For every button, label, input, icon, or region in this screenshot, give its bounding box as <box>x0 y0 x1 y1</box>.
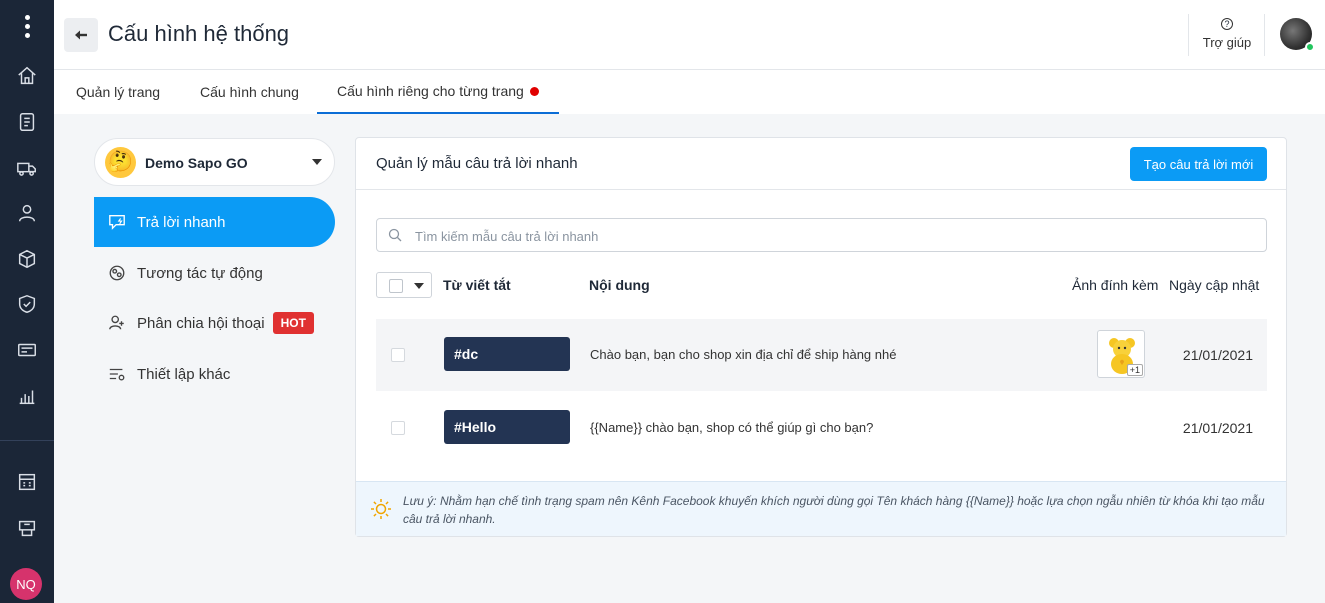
tab-general-config[interactable]: Cấu hình chung <box>200 70 299 114</box>
lightbulb-sun-icon <box>371 499 391 519</box>
select-all-checkbox[interactable] <box>389 279 403 293</box>
auto-interaction-icon <box>107 263 127 283</box>
table-row[interactable]: #dc Chào bạn, bạn cho shop xin địa chỉ đ… <box>376 319 1267 391</box>
menu-label: Thiết lập khác <box>137 365 231 383</box>
row-checkbox[interactable] <box>391 421 405 435</box>
delivery-truck-icon[interactable] <box>0 148 54 188</box>
reply-content: Chào bạn, bạn cho shop xin địa chỉ để sh… <box>590 347 897 362</box>
rail-divider <box>0 440 54 441</box>
pos-icon[interactable] <box>0 508 54 548</box>
left-nav-rail: NQ <box>0 0 54 603</box>
top-header: Cấu hình hệ thống ? Trợ giúp <box>54 0 1325 70</box>
tab-label: Cấu hình riêng cho từng trang <box>337 83 524 99</box>
quick-reply-icon <box>107 212 127 232</box>
more-menu-icon[interactable] <box>0 8 54 44</box>
caret-down-icon <box>414 283 424 289</box>
header-divider <box>1188 14 1189 56</box>
table-row[interactable]: #Hello {{Name}} chào bạn, shop có thể gi… <box>376 392 1267 464</box>
header-divider <box>1264 14 1265 56</box>
create-reply-button[interactable]: Tạo câu trả lời mới <box>1130 147 1267 181</box>
column-header-attachment: Ảnh đính kèm <box>1072 277 1159 293</box>
search-input[interactable] <box>415 225 1255 247</box>
customer-icon[interactable] <box>0 193 54 233</box>
product-box-icon[interactable] <box>0 239 54 279</box>
reply-content: {{Name}} chào bạn, shop có thể giúp gì c… <box>590 420 874 435</box>
search-icon <box>388 228 402 242</box>
shortcut-tag: #Hello <box>444 410 570 444</box>
shield-check-icon[interactable] <box>0 284 54 324</box>
updated-date: 21/01/2021 <box>1182 347 1253 363</box>
note-banner: Lưu ý: Nhằm hạn chế tình trạng spam nên … <box>356 481 1286 536</box>
home-icon[interactable] <box>0 56 54 96</box>
config-tabs: Quản lý trang Cấu hình chung Cấu hình ri… <box>54 70 1325 114</box>
menu-item-assign-conversation[interactable]: Phân chia hội thoại HOT <box>94 298 335 348</box>
search-box <box>376 218 1267 252</box>
tab-label: Cấu hình chung <box>200 84 299 100</box>
card-title: Quản lý mẫu câu trả lời nhanh <box>376 155 578 172</box>
cashbook-icon[interactable] <box>0 330 54 370</box>
menu-item-auto-interaction[interactable]: Tương tác tự động <box>94 248 335 298</box>
updated-date: 21/01/2021 <box>1182 420 1253 436</box>
card-header: Quản lý mẫu câu trả lời nhanh Tạo câu tr… <box>356 138 1286 190</box>
menu-item-quick-reply[interactable]: Trả lời nhanh <box>94 197 335 247</box>
help-label: Trợ giúp <box>1202 35 1252 50</box>
page-selector-dropdown[interactable]: 🤔 Demo Sapo GO <box>94 138 335 186</box>
page-name: Demo Sapo GO <box>145 155 248 171</box>
report-chart-icon[interactable] <box>0 376 54 416</box>
column-header-content: Nội dung <box>589 277 650 293</box>
back-button[interactable] <box>64 18 98 52</box>
store-icon[interactable] <box>0 462 54 502</box>
tab-per-page-config[interactable]: Cấu hình riêng cho từng trang <box>317 70 559 114</box>
arrow-left-icon <box>75 30 87 40</box>
extra-attachment-count: +1 <box>1126 364 1143 376</box>
menu-label: Tương tác tự động <box>137 264 263 282</box>
caret-down-icon <box>312 159 322 165</box>
page-title: Cấu hình hệ thống <box>108 21 290 46</box>
menu-label: Trả lời nhanh <box>137 213 226 231</box>
attachment-thumbnail[interactable]: +1 <box>1097 330 1145 378</box>
help-button[interactable]: ? Trợ giúp <box>1196 18 1258 56</box>
notification-dot <box>529 86 539 96</box>
menu-item-other-settings[interactable]: Thiết lập khác <box>94 349 335 399</box>
user-initials-avatar[interactable]: NQ <box>10 568 42 600</box>
column-header-updated: Ngày cập nhật <box>1169 277 1260 293</box>
question-icon: ? <box>1221 18 1233 30</box>
hot-badge: HOT <box>272 312 314 334</box>
page-avatar: 🤔 <box>105 147 136 178</box>
online-status-dot <box>1305 42 1315 52</box>
column-header-shortcut: Từ viết tắt <box>443 277 511 293</box>
select-all-dropdown[interactable] <box>376 272 432 298</box>
shortcut-tag: #dc <box>444 337 570 371</box>
invoice-icon[interactable] <box>0 102 54 142</box>
row-checkbox[interactable] <box>391 348 405 362</box>
tab-manage-pages[interactable]: Quản lý trang <box>76 70 160 114</box>
assign-user-icon <box>107 313 127 333</box>
settings-list-icon <box>107 364 127 384</box>
note-text: Lưu ý: Nhằm hạn chế tình trạng spam nên … <box>403 494 1265 526</box>
quick-reply-card: Quản lý mẫu câu trả lời nhanh Tạo câu tr… <box>355 137 1287 537</box>
menu-label: Phân chia hội thoại <box>137 314 265 332</box>
